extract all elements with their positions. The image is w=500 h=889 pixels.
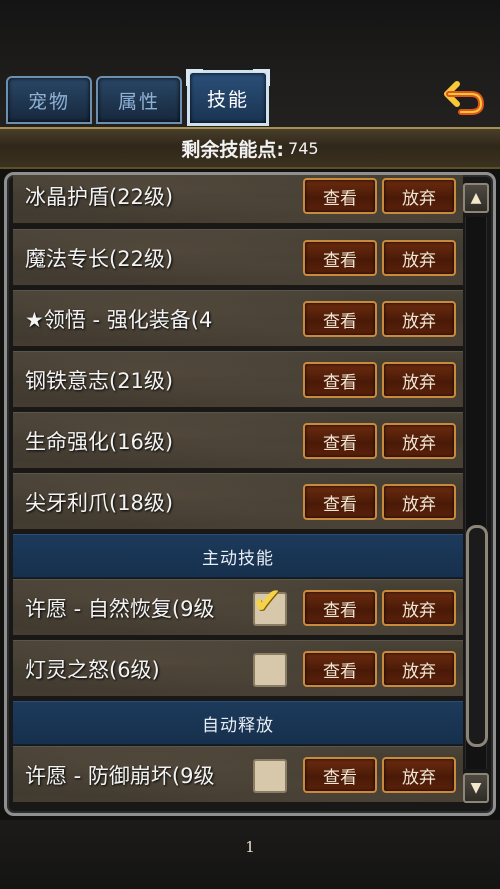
abandon-button[interactable]: 放弃 (382, 301, 456, 337)
tab-skills[interactable]: 技能 (186, 69, 270, 126)
list-item: 灯灵之怒(6级) 查看 放弃 (13, 640, 463, 698)
triangle-up-icon: ▲ (470, 190, 482, 206)
skill-points-value: 745 (288, 138, 319, 158)
abandon-button[interactable]: 放弃 (382, 178, 456, 214)
skill-points-label: 剩余技能点: (181, 138, 285, 161)
view-button[interactable]: 查看 (303, 301, 377, 337)
view-button[interactable]: 查看 (303, 423, 377, 459)
view-button[interactable]: 查看 (303, 651, 377, 687)
scroll-up-button[interactable]: ▲ (463, 183, 489, 213)
skill-name: 生命强化(16级) (25, 430, 174, 454)
back-arrow-icon (444, 81, 485, 115)
abandon-button[interactable]: 放弃 (382, 757, 456, 793)
abandon-button[interactable]: 放弃 (382, 484, 456, 520)
scrollbar-thumb[interactable] (466, 525, 488, 747)
skill-name: 灯灵之怒(6级) (25, 658, 160, 682)
skill-name: 尖牙利爪(18级) (25, 491, 174, 515)
view-button[interactable]: 查看 (303, 590, 377, 626)
section-header-active: 主动技能 (13, 534, 463, 578)
skill-name: 冰晶护盾(22级) (25, 185, 174, 209)
abandon-button[interactable]: 放弃 (382, 240, 456, 276)
list-item: 许愿 - 防御崩坏(9级 查看 放弃 (13, 746, 463, 804)
section-header-auto: 自动释放 (13, 701, 463, 745)
view-button[interactable]: 查看 (303, 240, 377, 276)
skill-name: 魔法专长(22级) (25, 247, 174, 271)
skill-points-bar: 剩余技能点: 745 (0, 127, 500, 169)
view-button[interactable]: 查看 (303, 362, 377, 398)
list-item: 许愿 - 自然恢复(9级 ✔ 查看 放弃 (13, 579, 463, 637)
skill-name: ★领悟 - 强化装备(4 (25, 308, 213, 332)
abandon-button[interactable]: 放弃 (382, 362, 456, 398)
auto-cast-checkbox[interactable]: ✔ (252, 584, 287, 626)
auto-cast-checkbox[interactable] (253, 653, 287, 687)
abandon-button[interactable]: 放弃 (382, 590, 456, 626)
view-button[interactable]: 查看 (303, 757, 377, 793)
scrollbar-track[interactable] (465, 217, 488, 769)
abandon-button[interactable]: 放弃 (382, 423, 456, 459)
auto-cast-checkbox[interactable] (253, 759, 287, 793)
abandon-button[interactable]: 放弃 (382, 651, 456, 687)
top-bar: 宠物 属性 技能 (0, 0, 500, 128)
list-item: 生命强化(16级) 查看 放弃 (13, 412, 463, 470)
page-number: 1 (245, 838, 255, 856)
list-item: 冰晶护盾(22级) 查看 放弃 (13, 175, 463, 225)
skill-list[interactable]: 冰晶护盾(22级) 查看 放弃 魔法专长(22级) 查看 放弃 ★领悟 - 强化… (13, 175, 463, 813)
view-button[interactable]: 查看 (303, 484, 377, 520)
triangle-down-icon: ▼ (470, 780, 482, 796)
skill-name: 许愿 - 防御崩坏(9级 (25, 764, 215, 788)
list-item: 尖牙利爪(18级) 查看 放弃 (13, 473, 463, 531)
checkmark-icon: ✔ (252, 581, 283, 622)
tab-attributes[interactable]: 属性 (96, 76, 182, 124)
skill-name: 钢铁意志(21级) (25, 369, 174, 393)
list-item: 魔法专长(22级) 查看 放弃 (13, 229, 463, 287)
skill-name: 许愿 - 自然恢复(9级 (25, 597, 215, 621)
skill-list-panel: 冰晶护盾(22级) 查看 放弃 魔法专长(22级) 查看 放弃 ★领悟 - 强化… (4, 172, 496, 816)
tab-pet[interactable]: 宠物 (6, 76, 92, 124)
view-button[interactable]: 查看 (303, 178, 377, 214)
back-button[interactable] (440, 76, 490, 120)
list-item: ★领悟 - 强化装备(4 查看 放弃 (13, 290, 463, 348)
scroll-down-button[interactable]: ▼ (463, 773, 489, 803)
list-item: 钢铁意志(21级) 查看 放弃 (13, 351, 463, 409)
